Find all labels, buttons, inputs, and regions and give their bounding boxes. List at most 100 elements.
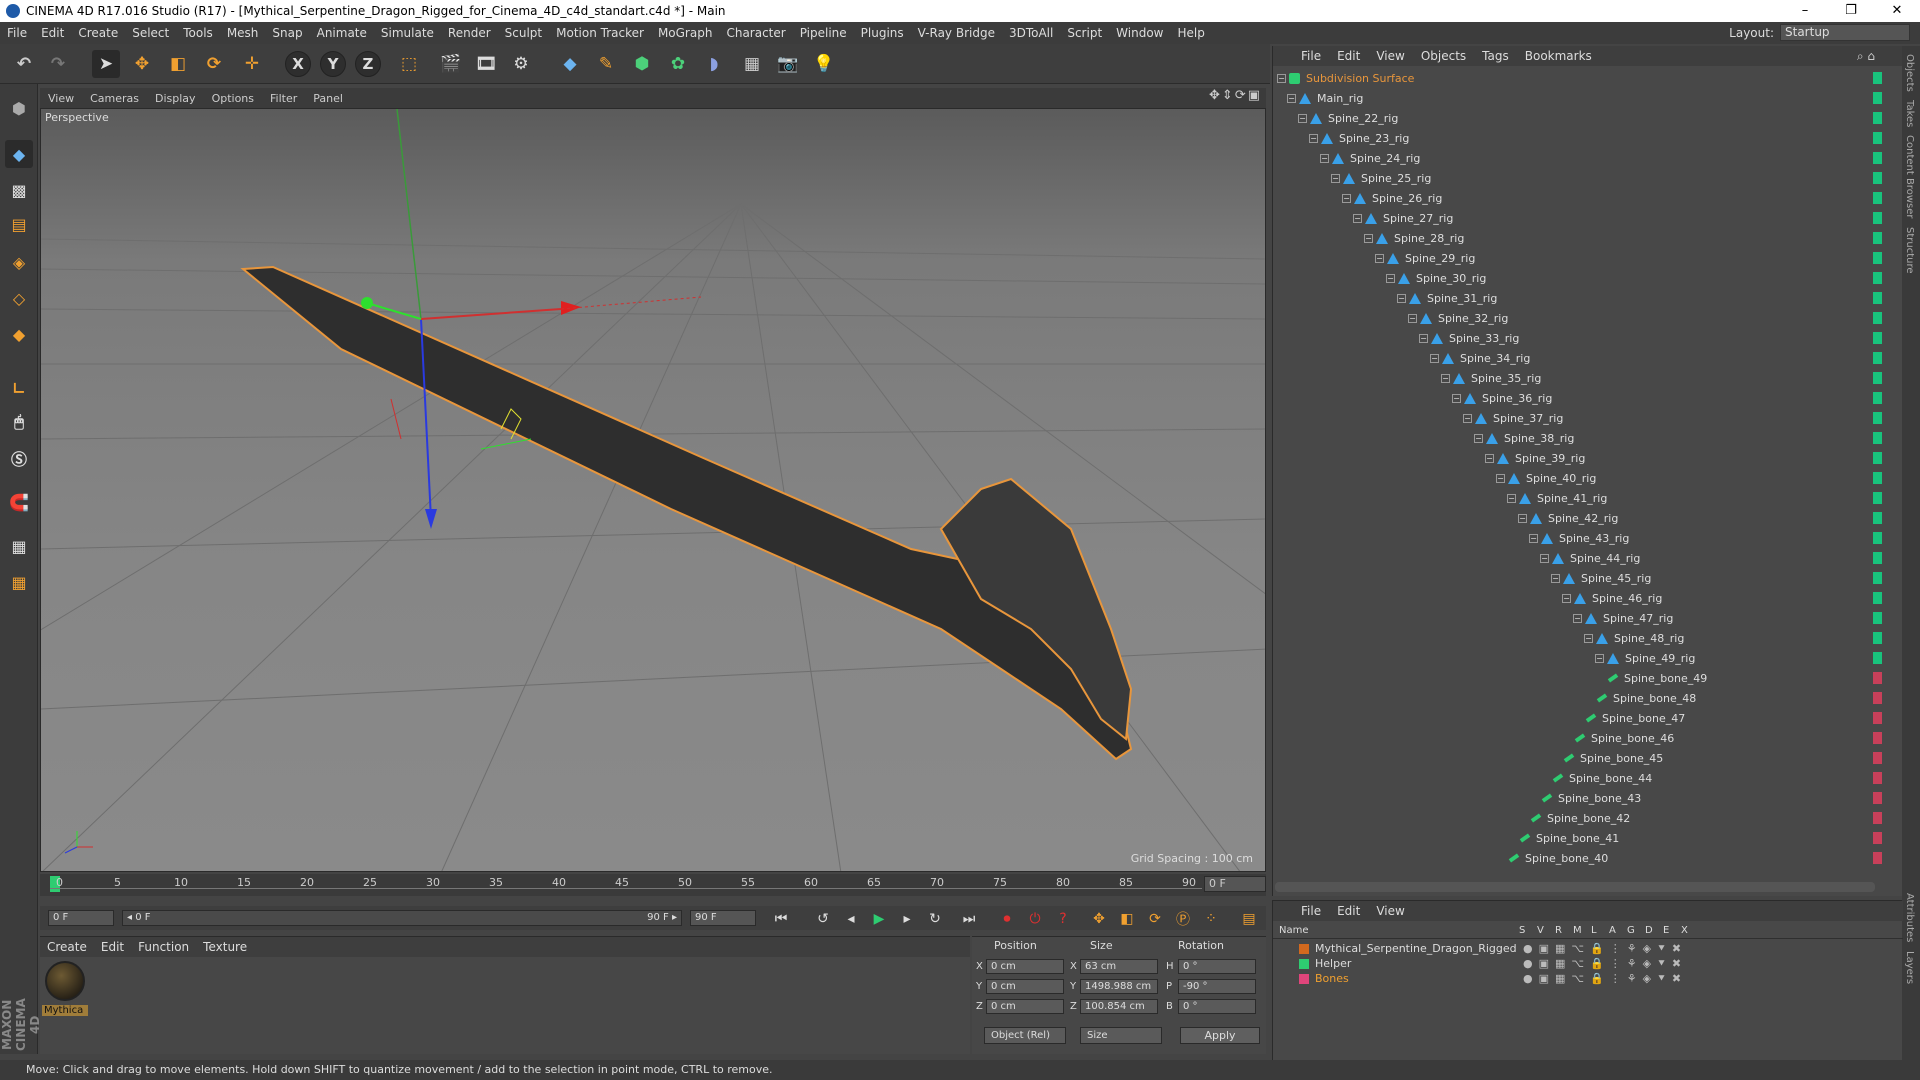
layer-color-indicator[interactable] (1873, 552, 1882, 564)
expand-toggle-icon[interactable]: − (1353, 213, 1362, 223)
object-row[interactable]: − Spine_27_rig (1273, 208, 1885, 228)
expand-toggle-icon[interactable]: − (1419, 333, 1428, 343)
object-row[interactable]: − Subdivision Surface (1273, 68, 1885, 88)
layer-color-indicator[interactable] (1873, 692, 1882, 704)
layer-row[interactable]: Helper ●▣▦⌥🔒⋮⚘◈⯆✖ (1273, 956, 1903, 971)
menu-file[interactable]: File (0, 26, 34, 40)
object-row[interactable]: − Spine_35_rig (1273, 368, 1885, 388)
layout-dropdown[interactable]: Startup (1780, 24, 1910, 41)
tab-attributes[interactable]: Attributes (1904, 893, 1915, 942)
menu-3dtoall[interactable]: 3DToAll (1002, 26, 1060, 40)
object-row[interactable]: Spine_bone_45 (1273, 748, 1885, 768)
menu-plugins[interactable]: Plugins (854, 26, 911, 40)
rotate-tool-icon[interactable]: ⟳ (200, 50, 228, 78)
coordinate-mode-dropdown[interactable]: Object (Rel) (984, 1027, 1066, 1044)
current-frame-field[interactable]: 0 F (1204, 876, 1266, 892)
material-menu-edit[interactable]: Edit (94, 940, 131, 954)
viewport-menu-display[interactable]: Display (147, 92, 204, 105)
render-picture-viewer-icon[interactable]: 🎞 (472, 50, 500, 78)
object-row[interactable]: − Spine_43_rig (1273, 528, 1885, 548)
expand-toggle-icon[interactable]: − (1342, 193, 1351, 203)
expand-toggle-icon[interactable]: − (1518, 513, 1527, 523)
menu-select[interactable]: Select (125, 26, 176, 40)
planar-workplane-icon[interactable]: ▦ (5, 568, 33, 596)
move-tool-icon[interactable]: ✥ (128, 50, 156, 78)
position-x-field[interactable]: 0 cm (986, 959, 1064, 974)
menu-create[interactable]: Create (71, 26, 125, 40)
layer-flags-icon[interactable]: ●▣▦⌥🔒⋮⚘◈⯆✖ (1523, 972, 1687, 986)
layer-color-indicator[interactable] (1873, 112, 1882, 124)
layer-color-indicator[interactable] (1873, 212, 1882, 224)
layer-color-indicator[interactable] (1873, 392, 1882, 404)
coordinate-system-icon[interactable]: ⬚ (395, 50, 423, 78)
layer-color-indicator[interactable] (1873, 712, 1882, 724)
timeline-ruler[interactable]: 0 5 10 15 20 25 30 35 40 45 50 55 60 65 … (40, 874, 1266, 896)
go-to-end-icon[interactable]: ⏭ (958, 908, 980, 930)
object-row[interactable]: − Spine_32_rig (1273, 308, 1885, 328)
polygons-mode-icon[interactable]: ◆ (5, 320, 33, 348)
expand-toggle-icon[interactable]: − (1529, 533, 1538, 543)
material-preview[interactable] (45, 961, 85, 1001)
expand-toggle-icon[interactable]: − (1452, 393, 1461, 403)
subdivision-surface-icon[interactable]: ⬢ (628, 50, 656, 78)
object-row[interactable]: − Spine_49_rig (1273, 648, 1885, 668)
layer-color-indicator[interactable] (1873, 792, 1882, 804)
tab-takes[interactable]: Takes (1904, 100, 1915, 127)
y-axis-lock-button[interactable]: Y (320, 51, 346, 77)
expand-toggle-icon[interactable]: − (1397, 293, 1406, 303)
search-icon[interactable]: ⌕ ⌂ (1849, 49, 1883, 64)
expand-toggle-icon[interactable]: − (1277, 73, 1286, 83)
menu-tools[interactable]: Tools (176, 26, 220, 40)
timeline-window-icon[interactable]: ▤ (1238, 908, 1260, 930)
tab-objects[interactable]: Objects (1904, 54, 1915, 92)
floor-icon[interactable]: ▦ (738, 50, 766, 78)
size-mode-dropdown[interactable]: Size (1080, 1027, 1162, 1044)
spline-pen-icon[interactable]: ✎ (592, 50, 620, 78)
expand-toggle-icon[interactable]: − (1573, 613, 1582, 623)
layer-color-indicator[interactable] (1873, 92, 1882, 104)
expand-toggle-icon[interactable]: − (1287, 93, 1296, 103)
layer-color-indicator[interactable] (1873, 292, 1882, 304)
layer-color-indicator[interactable] (1873, 572, 1882, 584)
material-menu-texture[interactable]: Texture (196, 940, 254, 954)
object-row[interactable]: − Spine_38_rig (1273, 428, 1885, 448)
material-menu-create[interactable]: Create (40, 940, 94, 954)
layer-color-indicator[interactable] (1873, 832, 1882, 844)
object-row[interactable]: − Spine_31_rig (1273, 288, 1885, 308)
object-row[interactable]: Spine_bone_49 (1273, 668, 1885, 688)
layers-menu-edit[interactable]: Edit (1329, 904, 1368, 918)
object-row[interactable]: − Spine_41_rig (1273, 488, 1885, 508)
object-row[interactable]: − Spine_25_rig (1273, 168, 1885, 188)
object-row[interactable]: Spine_bone_40 (1273, 848, 1885, 868)
layer-color-swatch[interactable] (1299, 973, 1309, 984)
expand-toggle-icon[interactable]: − (1584, 633, 1593, 643)
autokey-icon[interactable]: ⏻ (1024, 908, 1046, 930)
workplane-mode-icon[interactable]: ▤ (5, 210, 33, 238)
layer-color-indicator[interactable] (1873, 452, 1882, 464)
next-key-icon[interactable]: ↻ (924, 908, 946, 930)
layer-color-indicator[interactable] (1873, 652, 1882, 664)
position-z-field[interactable]: 0 cm (986, 999, 1064, 1014)
objects-menu-edit[interactable]: Edit (1329, 49, 1368, 63)
keyframe-selection-icon[interactable]: ? (1052, 908, 1074, 930)
expand-toggle-icon[interactable]: − (1309, 133, 1318, 143)
3d-viewport[interactable]: Perspective Grid Spacing : 100 cm (40, 108, 1266, 872)
minimize-button[interactable]: – (1782, 0, 1828, 22)
key-position-icon[interactable]: ✥ (1088, 908, 1110, 930)
layer-color-indicator[interactable] (1873, 352, 1882, 364)
key-pla-icon[interactable]: ⁘ (1200, 908, 1222, 930)
layer-flags-icon[interactable]: ●▣▦⌥🔒⋮⚘◈⯆✖ (1523, 942, 1687, 956)
expand-toggle-icon[interactable]: − (1331, 173, 1340, 183)
object-row[interactable]: − Spine_30_rig (1273, 268, 1885, 288)
object-row[interactable]: Spine_bone_41 (1273, 828, 1885, 848)
objects-menu-bookmarks[interactable]: Bookmarks (1517, 49, 1600, 63)
tab-structure[interactable]: Structure (1904, 227, 1915, 274)
layer-color-indicator[interactable] (1873, 412, 1882, 424)
play-icon[interactable]: ▶ (868, 908, 890, 930)
layer-color-indicator[interactable] (1873, 512, 1882, 524)
menu-vray-bridge[interactable]: V-Ray Bridge (911, 26, 1002, 40)
go-to-start-icon[interactable]: ⏮ (770, 908, 792, 930)
layer-color-indicator[interactable] (1873, 612, 1882, 624)
tab-layers[interactable]: Layers (1904, 951, 1915, 984)
expand-toggle-icon[interactable]: − (1408, 313, 1417, 323)
